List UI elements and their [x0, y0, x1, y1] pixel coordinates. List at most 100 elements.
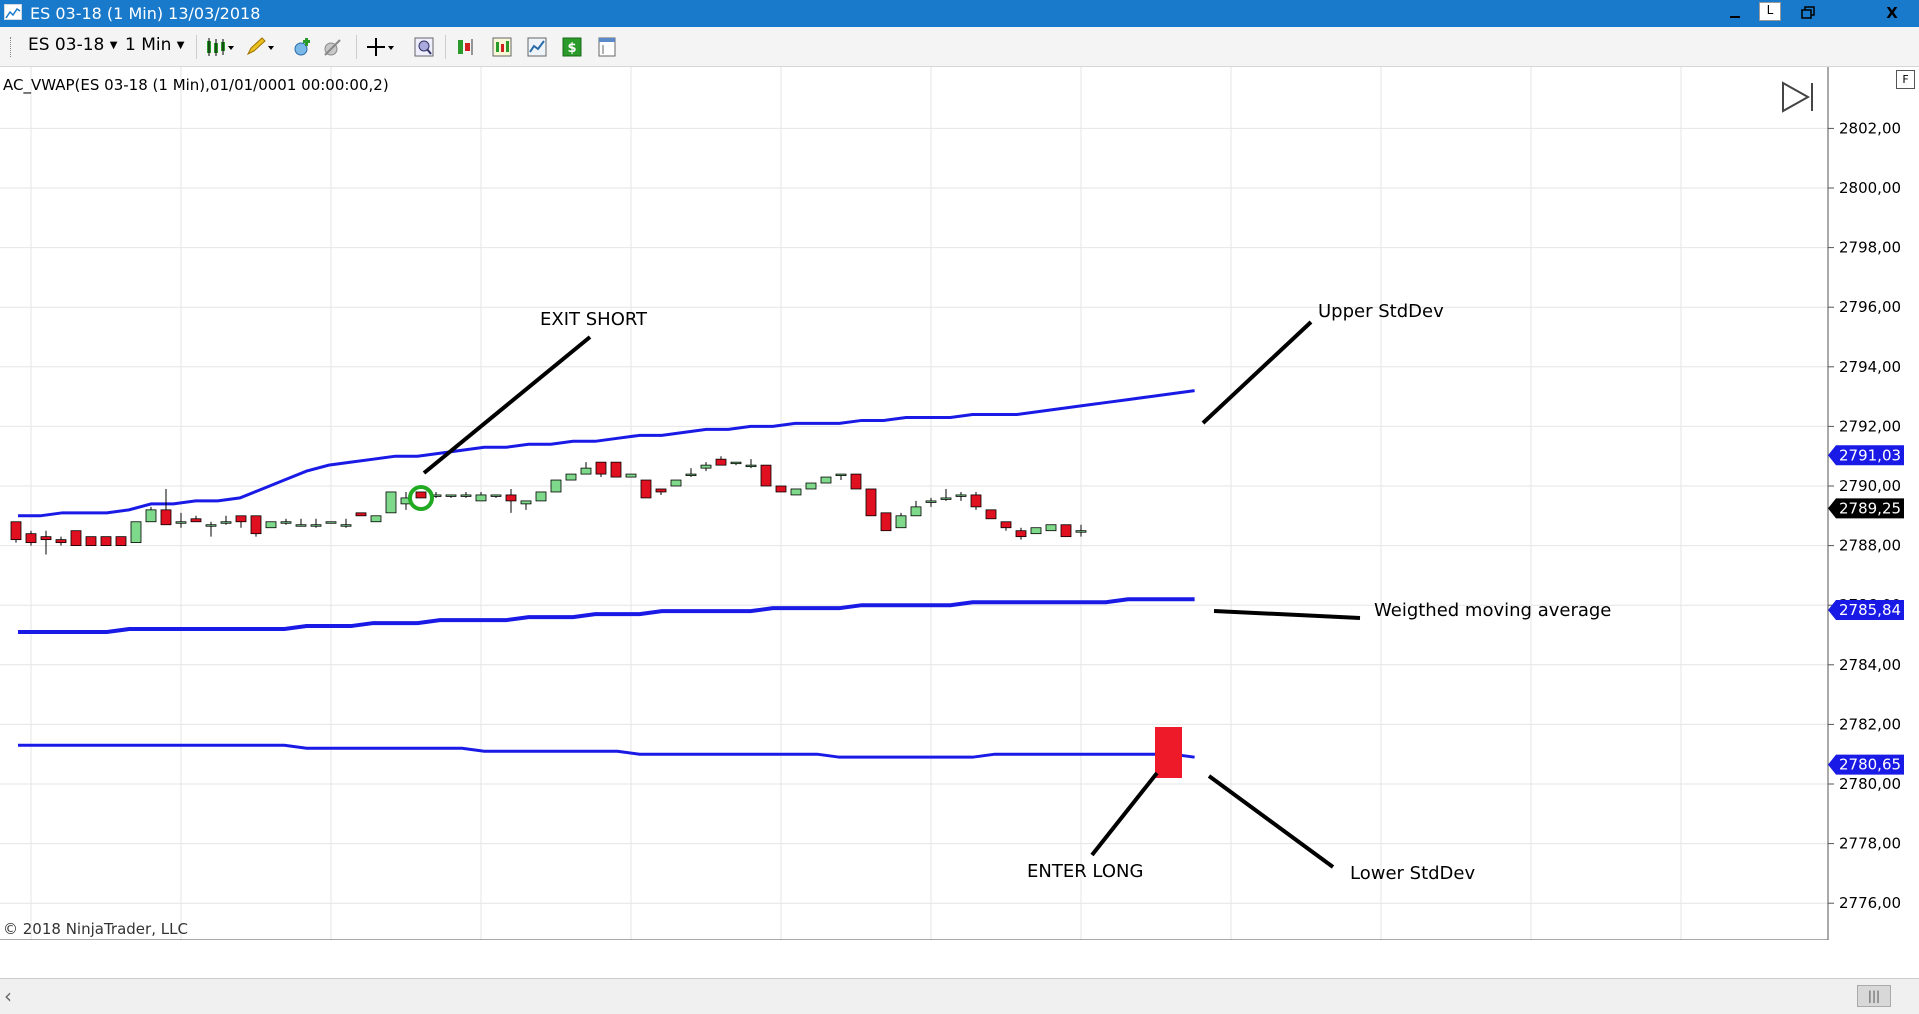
candle-body [985, 509, 997, 520]
candle-body [1000, 521, 1012, 529]
price-tick-label: 2780,00 [1839, 775, 1901, 793]
candle-body [1075, 530, 1087, 533]
lock-button[interactable]: L [1759, 2, 1781, 21]
candle-body [955, 494, 967, 497]
candle-body [100, 536, 112, 546]
price-tick-label: 2794,00 [1839, 358, 1901, 376]
title-bar: ES 03-18 (1 Min) 13/03/2018 L X [0, 0, 1919, 27]
candle-body [280, 521, 292, 524]
scroll-thumb[interactable]: ||| [1857, 985, 1891, 1007]
price-tag-label: 2789,25 [1839, 499, 1901, 517]
chart-toolbar: ES 03-18 ▼ 1 Min ▼ $ [0, 27, 1919, 67]
pencil-icon[interactable] [245, 37, 275, 57]
price-tick-label: 2792,00 [1839, 417, 1901, 435]
candle-body [220, 521, 232, 524]
candle-body [730, 461, 742, 465]
candle-body [235, 515, 247, 523]
toolbar-separator [196, 35, 197, 59]
candle-body [700, 464, 712, 469]
price-tick-label: 2784,00 [1839, 656, 1901, 674]
candle-body [520, 500, 532, 505]
candle-body [475, 494, 487, 502]
candle-body [10, 521, 22, 541]
chart-style-icon[interactable] [527, 37, 547, 57]
minimize-button[interactable] [1711, 0, 1759, 27]
zoom-icon[interactable] [414, 37, 434, 57]
candle-body [640, 479, 652, 499]
copyright-text: © 2018 NinjaTrader, LLC [3, 920, 188, 938]
annotation-exit-short: EXIT SHORT [540, 309, 648, 330]
price-chart[interactable]: 09:4009:5010:0010:1010:2010:3010:4010:50… [0, 67, 1828, 970]
candle-body [715, 458, 727, 466]
candle-body [340, 524, 352, 527]
indicator-icon[interactable] [492, 37, 512, 57]
candle-body [250, 515, 262, 535]
close-button[interactable]: X [1868, 0, 1916, 27]
candle-body [55, 539, 67, 544]
chart-panel[interactable]: 09:4009:5010:0010:1010:2010:3010:4010:50… [0, 67, 1828, 970]
interval-label: 1 Min [125, 35, 172, 55]
crosshair-icon[interactable] [366, 37, 396, 57]
candle-body [865, 488, 877, 517]
candle-body [910, 506, 922, 517]
candle-body [880, 512, 892, 532]
candle-body [655, 488, 667, 493]
candle-body [145, 509, 157, 523]
bars-icon[interactable] [205, 37, 235, 57]
flag-button[interactable]: F [1896, 70, 1915, 89]
hide-drawings-icon[interactable] [322, 37, 342, 57]
annotation-enter-long: ENTER LONG [1027, 861, 1144, 882]
price-tick-label: 2776,00 [1839, 894, 1901, 912]
price-tick-label: 2798,00 [1839, 239, 1901, 257]
toolbar-separator [445, 35, 446, 59]
candle-body [760, 464, 772, 487]
candle-body [565, 473, 577, 481]
restore-button[interactable] [1784, 0, 1832, 27]
candle-body [610, 461, 622, 478]
price-tick-label: 2786,00 [1839, 596, 1901, 614]
candle-body [295, 524, 307, 527]
price-tag [1828, 498, 1904, 519]
horizontal-scrollbar[interactable]: ‹ ||| [0, 978, 1919, 1014]
candle-body [265, 521, 277, 529]
annotation-lower-stddev: Lower StdDev [1350, 863, 1476, 884]
price-tag-label: 2791,03 [1839, 446, 1901, 464]
candle-body [625, 473, 637, 478]
candle-body [40, 536, 52, 541]
candle-body [1015, 530, 1027, 538]
strategy-icon[interactable] [456, 37, 476, 57]
interval-selector[interactable]: 1 Min ▼ [125, 35, 185, 55]
vwap-line [18, 597, 1195, 635]
candle-body [595, 461, 607, 475]
instrument-label: ES 03-18 [28, 35, 105, 55]
scroll-left-icon[interactable]: ‹ [4, 979, 12, 1014]
candle-body [490, 494, 502, 497]
candle-body [160, 509, 172, 526]
scroll-to-end-icon[interactable] [1780, 80, 1816, 114]
candle-body [685, 473, 697, 476]
app-chart-icon [4, 4, 22, 20]
candle-body [460, 494, 472, 497]
chevron-down-icon: ▼ [109, 40, 118, 51]
price-tag [1828, 599, 1904, 620]
candle-body [85, 536, 97, 546]
candle-body [430, 494, 442, 497]
dollar-icon[interactable]: $ [562, 37, 582, 57]
candle-body [415, 491, 427, 499]
candle-body [70, 530, 82, 547]
instrument-selector[interactable]: ES 03-18 ▼ [28, 35, 117, 55]
candle-body [925, 500, 937, 503]
candle-body [1045, 524, 1057, 532]
price-tick-label: 2796,00 [1839, 298, 1901, 316]
candle-body [850, 473, 862, 490]
price-tag [1828, 754, 1904, 775]
properties-icon[interactable] [597, 37, 617, 57]
candle-body [820, 476, 832, 484]
globe-pin-icon[interactable] [292, 37, 312, 57]
price-tick-label: 2778,00 [1839, 835, 1901, 853]
chevron-down-icon: ▼ [176, 40, 185, 51]
candle-body [670, 479, 682, 487]
candle-body [970, 494, 982, 508]
price-tick-label: 2782,00 [1839, 715, 1901, 733]
price-tick-label: 2800,00 [1839, 179, 1901, 197]
